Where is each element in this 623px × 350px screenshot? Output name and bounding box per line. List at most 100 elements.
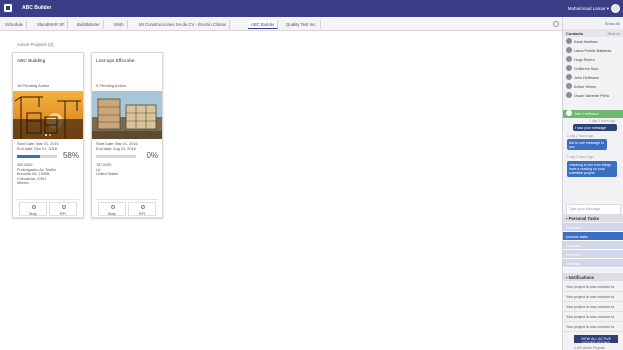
avatar — [566, 65, 572, 71]
tab-abc-builder[interactable]: ABC Builder — [248, 20, 279, 29]
project-address: 787,0090 LA United States — [96, 163, 118, 177]
project-photo — [92, 91, 162, 139]
map-pin-icon — [111, 205, 115, 209]
pending-actions: 0 Pending Action — [96, 83, 127, 88]
contact-name: Hugo Rivera — [574, 57, 595, 62]
contact-item[interactable]: Laura Portillo Balderas — [566, 47, 623, 55]
map-label: Map — [29, 211, 37, 216]
address-line: United States — [96, 172, 119, 177]
progress-fill — [17, 155, 41, 158]
project-dates: Start Date: Mar 01, 2016 End date: Dec 0… — [17, 142, 59, 152]
task-item[interactable]: New task — [563, 259, 623, 268]
contact-name: Karla Martinez — [574, 39, 598, 44]
notification-item[interactable]: Your project is now overdue to — [563, 282, 623, 292]
progress-bar — [17, 155, 57, 158]
avatar — [566, 110, 572, 116]
notifications-title: Notifications — [568, 274, 595, 280]
notification-item[interactable]: Your project is now overdue to — [563, 322, 623, 332]
contact-item[interactable]: Karla Martinez — [566, 38, 623, 46]
project-card-abc-building[interactable]: ABC Building 18 Pending Action Start Dat… — [12, 52, 84, 218]
end-date: End date: Aug 24, 2016 — [96, 147, 136, 151]
contacts-title: Contacts — [566, 30, 584, 36]
task-item[interactable]: New task — [563, 241, 623, 250]
avatar[interactable] — [611, 4, 620, 13]
project-address: 300,0000 Prolongación Av. Teófilo Borund… — [17, 163, 56, 186]
contacts-header: Contacts Search — [563, 29, 623, 37]
task-item-active[interactable]: process tasks — [563, 232, 623, 241]
notification-item[interactable]: Your project is now overdue to — [563, 312, 623, 322]
project-tabs: Schedule StandMAR SF BuildMaster Wish MI… — [0, 17, 562, 31]
contact-name: Laura Portillo Balderas — [574, 48, 612, 53]
avatar — [566, 74, 572, 80]
address-line: México — [17, 181, 29, 186]
contact-item[interactable]: Guillermo Soto — [566, 65, 623, 73]
progress-bar — [96, 155, 136, 158]
personal-tasks-title: Personal Tasks — [568, 215, 600, 221]
contact-name: Guillermo Soto — [574, 66, 599, 71]
chat-message-incoming: checking to see how things have a readin… — [567, 161, 617, 177]
contact-name: Oscar Valverde Peña — [574, 93, 609, 98]
project-card-second[interactable]: Lost-ups Efficrobe 0 Pending Action Star… — [91, 52, 163, 218]
map-pin-icon — [32, 205, 36, 209]
notifications-header: ▪ Notifications — [563, 273, 623, 281]
contact-name: John Hoffmann — [574, 111, 599, 116]
task-item[interactable]: New task — [563, 223, 623, 232]
rfi-label: RFI — [59, 211, 67, 216]
tab-mi-construcciones[interactable]: MI Construcciones SA de CV - Erectio Cli… — [136, 20, 230, 29]
contact-item[interactable]: Oscar Valverde Peña — [566, 92, 623, 100]
app-header: ABC Builder Mohammad Lamar ▾ — [0, 0, 623, 17]
tab-buildmaster[interactable]: BuildMaster — [74, 20, 104, 29]
pending-actions: 18 Pending Action — [17, 83, 50, 88]
active-projects-label: Active Projects (2) — [17, 42, 54, 47]
map-label: Map — [108, 211, 116, 216]
show-all-link[interactable]: Show All — [605, 21, 620, 26]
map-button[interactable]: Map — [19, 202, 47, 216]
contact-item[interactable]: Arthur Yemen — [566, 83, 623, 91]
contact-item[interactable]: John Hoffmann — [566, 74, 623, 82]
avatar — [566, 92, 572, 98]
avatar — [566, 38, 572, 44]
progress-percent: 58% — [62, 151, 79, 160]
sidebar-footer-note: 0 of 0 Active Projects — [574, 346, 605, 350]
rfi-button[interactable]: RFI — [49, 202, 77, 216]
chat-timestamp: 1 day 2 hours ago — [567, 134, 594, 138]
card-actions: Map RFI — [17, 199, 79, 216]
menu-icon[interactable] — [4, 4, 12, 12]
project-title[interactable]: ABC Building — [17, 59, 45, 64]
rfi-button[interactable]: RFI — [128, 202, 156, 216]
avatar — [566, 47, 572, 53]
rfi-icon — [62, 205, 66, 209]
tab-wish[interactable]: Wish — [111, 20, 128, 29]
map-button[interactable]: Map — [98, 202, 126, 216]
notification-item[interactable]: Your project is now overdue to — [563, 292, 623, 302]
chat-timestamp: 1 day 2 hours ago — [589, 119, 616, 123]
app-title: ABC Builder — [22, 5, 52, 11]
project-photo — [13, 91, 83, 139]
progress-percent: 0% — [146, 151, 158, 160]
user-menu[interactable]: Mohammad Lamar ▾ — [568, 6, 609, 12]
contact-item-selected[interactable]: John Hoffmann — [563, 110, 623, 118]
project-dates: Start Date: Mar 01, 2016 End date: Aug 2… — [96, 142, 138, 152]
contact-item[interactable]: Hugo Rivera — [566, 56, 623, 64]
avatar — [566, 83, 572, 89]
gear-icon[interactable] — [553, 21, 559, 27]
project-title[interactable]: Lost-ups Efficrobe — [96, 59, 135, 64]
contact-name: Arthur Yemen — [574, 84, 597, 89]
notification-item[interactable]: Your project is now overdue to — [563, 302, 623, 312]
contact-name: John Hoffmann — [574, 75, 599, 80]
rfi-label: RFI — [138, 211, 146, 216]
chat-message-outgoing: I saw your message — [573, 124, 617, 132]
view-all-notifications-button[interactable]: VIEW ALL ACTIVE NOTIFICATIONS — [574, 335, 618, 345]
right-sidebar: Show All Contacts Search Karla Martinez … — [562, 17, 623, 350]
tab-standmar[interactable]: StandMAR SF — [34, 20, 69, 29]
task-item[interactable]: New task — [563, 250, 623, 259]
tab-schedule[interactable]: Schedule — [2, 20, 27, 29]
chat-message-incoming: link to one message to you — [567, 139, 607, 151]
personal-tasks-header: ▪ Personal Tasks — [563, 214, 623, 222]
card-actions: Map RFI — [96, 199, 158, 216]
contacts-search[interactable]: Search — [607, 31, 620, 36]
avatar — [566, 56, 572, 62]
rfi-icon — [141, 205, 145, 209]
chat-timestamp: 1 day 2 hours ago — [567, 155, 594, 159]
tab-quality-test[interactable]: Quality Test Inc. — [283, 20, 321, 29]
